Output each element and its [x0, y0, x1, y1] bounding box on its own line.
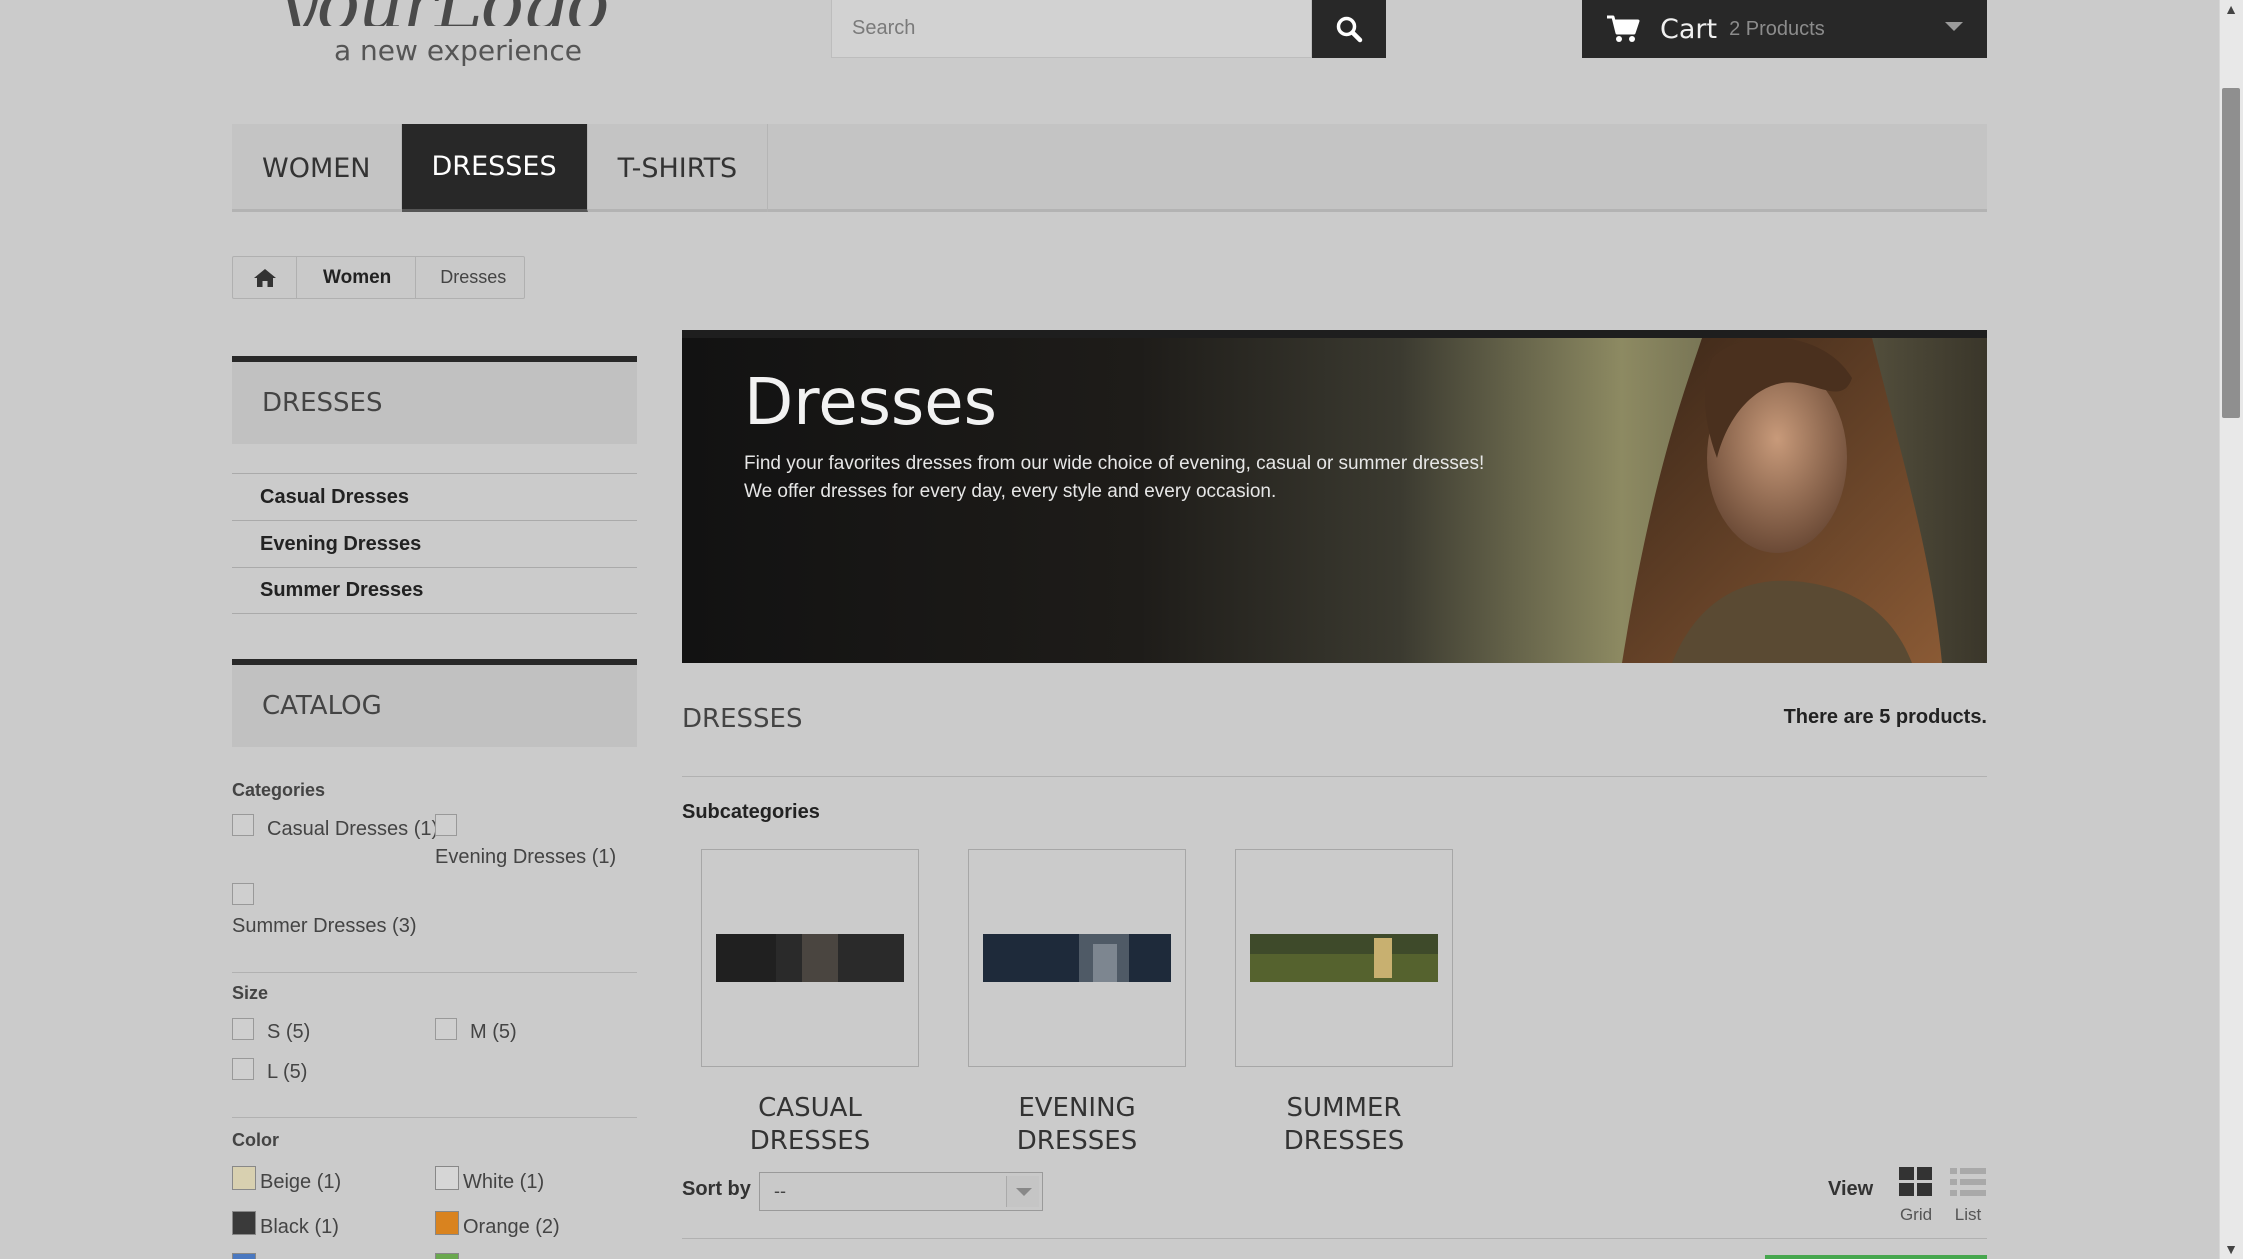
menu-item-dresses[interactable]: DRESSES	[401, 124, 588, 212]
dresses-subcategory-list: Casual Dresses Evening Dresses Summer Dr…	[232, 473, 637, 614]
filter-label-color-beige[interactable]: Beige (1)	[260, 1171, 341, 1194]
banner-model-image	[1622, 338, 1942, 663]
logo[interactable]: yourLogo	[278, 0, 698, 26]
search-input[interactable]	[832, 0, 1311, 57]
sort-by-label: Sort by	[682, 1178, 751, 1200]
filter-label-color-orange[interactable]: Orange (2)	[463, 1216, 560, 1239]
subcategory-name-line: EVENING	[1018, 1093, 1136, 1123]
color-swatch-green[interactable]	[435, 1253, 459, 1259]
subcategory-image-summer[interactable]	[1235, 849, 1453, 1067]
search-button[interactable]	[1312, 0, 1386, 58]
breadcrumb-home[interactable]	[233, 257, 297, 298]
sidebar-item-evening-dresses[interactable]: Evening Dresses	[232, 520, 637, 567]
chevron-down-icon	[1006, 1176, 1039, 1207]
menu-item-tshirts[interactable]: T-SHIRTS	[588, 124, 769, 212]
color-swatch-orange[interactable]	[435, 1211, 459, 1235]
filter-divider	[232, 972, 637, 973]
scrollbar-thumb[interactable]	[2222, 88, 2240, 418]
evening-dresses-thumbnail	[983, 934, 1171, 982]
subcategory-name-line: DRESSES	[1283, 1126, 1405, 1156]
cart-button[interactable]: Cart 2 Products	[1582, 0, 1987, 58]
cart-icon	[1607, 15, 1640, 42]
subcategory-name-casual[interactable]: CASUAL DRESSES	[701, 1092, 919, 1158]
filter-color-heading: Color	[232, 1130, 279, 1150]
grid-view-icon	[1899, 1167, 1932, 1196]
cart-label: Cart	[1660, 13, 1718, 45]
breadcrumb-women[interactable]: Women	[297, 257, 417, 298]
view-grid-button[interactable]: Grid	[1896, 1166, 1936, 1225]
sort-select[interactable]: --	[759, 1172, 1043, 1211]
filter-label-evening-dresses[interactable]: Evening Dresses (1)	[435, 846, 616, 869]
breadcrumb-current: Dresses	[440, 267, 507, 287]
color-swatch-black[interactable]	[232, 1211, 256, 1235]
main-menu: WOMEN DRESSES T-SHIRTS	[232, 124, 1987, 212]
catalog-block-title: CATALOG	[232, 659, 637, 747]
cart-count: 2 Products	[1729, 17, 1825, 40]
scroll-up-arrow-icon[interactable]: ▲	[2222, 0, 2240, 18]
category-heading: DRESSES	[682, 704, 803, 734]
search-box	[831, 0, 1312, 58]
compare-button-edge[interactable]	[1765, 1255, 1987, 1259]
dresses-block-title[interactable]: DRESSES	[232, 356, 637, 444]
filter-checkbox-size-l[interactable]	[232, 1058, 254, 1080]
toolbar-divider	[682, 1238, 1987, 1239]
sidebar-item-summer-dresses[interactable]: Summer Dresses	[232, 567, 637, 614]
summer-dresses-thumbnail	[1250, 934, 1438, 982]
filter-checkbox-size-m[interactable]	[435, 1018, 457, 1040]
color-swatch-white[interactable]	[435, 1166, 459, 1190]
scroll-down-arrow-icon[interactable]: ▼	[2222, 1240, 2240, 1258]
filter-label-casual-dresses[interactable]: Casual Dresses (1)	[267, 818, 438, 841]
filter-checkbox-summer-dresses[interactable]	[232, 883, 254, 905]
view-list-button[interactable]: List	[1948, 1166, 1988, 1225]
filter-label-size-m[interactable]: M (5)	[470, 1021, 517, 1044]
subcategory-name-summer[interactable]: SUMMER DRESSES	[1235, 1092, 1453, 1158]
filter-divider	[232, 1117, 637, 1118]
filter-label-size-l[interactable]: L (5)	[267, 1061, 307, 1084]
subcategory-name-line: DRESSES	[1016, 1126, 1138, 1156]
menu-item-women[interactable]: WOMEN	[232, 124, 402, 212]
subcategory-name-evening[interactable]: EVENING DRESSES	[968, 1092, 1186, 1158]
subcategories-heading: Subcategories	[682, 801, 820, 823]
filter-label-color-black[interactable]: Black (1)	[260, 1216, 339, 1239]
view-grid-label: Grid	[1899, 1205, 1933, 1224]
chevron-down-icon	[1945, 22, 1963, 31]
home-icon	[253, 268, 276, 287]
casual-dresses-thumbnail	[716, 934, 904, 982]
subcategory-image-casual[interactable]	[701, 849, 919, 1067]
banner-title: Dresses	[744, 366, 997, 440]
category-banner: Dresses Find your favorites dresses from…	[682, 330, 1987, 663]
breadcrumb: Women Dresses	[232, 256, 526, 299]
view-label: View	[1828, 1178, 1874, 1200]
filter-label-summer-dresses[interactable]: Summer Dresses (3)	[232, 915, 416, 938]
heading-divider	[682, 776, 1987, 777]
logo-tagline: a new experience	[334, 34, 583, 67]
banner-description: Find your favorites dresses from our wid…	[744, 450, 1484, 506]
color-swatch-blue[interactable]	[232, 1253, 256, 1259]
list-view-icon	[1950, 1168, 1986, 1196]
subcategory-name-line: CASUAL	[758, 1093, 862, 1123]
filter-size-heading: Size	[232, 983, 269, 1003]
filter-label-size-s[interactable]: S (5)	[267, 1021, 310, 1044]
sidebar-item-casual-dresses[interactable]: Casual Dresses	[232, 473, 637, 520]
subcategory-name-line: DRESSES	[749, 1126, 871, 1156]
search-icon	[1336, 16, 1363, 43]
color-swatch-beige[interactable]	[232, 1166, 256, 1190]
filter-checkbox-evening-dresses[interactable]	[435, 814, 457, 836]
filter-label-color-white[interactable]: White (1)	[463, 1171, 544, 1194]
filter-checkbox-casual-dresses[interactable]	[232, 814, 254, 836]
banner-description-line: Find your favorites dresses from our wid…	[744, 453, 1485, 474]
filter-checkbox-size-s[interactable]	[232, 1018, 254, 1040]
view-list-label: List	[1954, 1205, 1982, 1224]
product-count: There are 5 products.	[1783, 706, 1987, 728]
sort-select-value: --	[774, 1181, 786, 1201]
banner-description-line: We offer dresses for every day, every st…	[744, 481, 1277, 502]
subcategory-image-evening[interactable]	[968, 849, 1186, 1067]
filter-categories-heading: Categories	[232, 780, 326, 800]
subcategory-name-line: SUMMER	[1286, 1093, 1402, 1123]
